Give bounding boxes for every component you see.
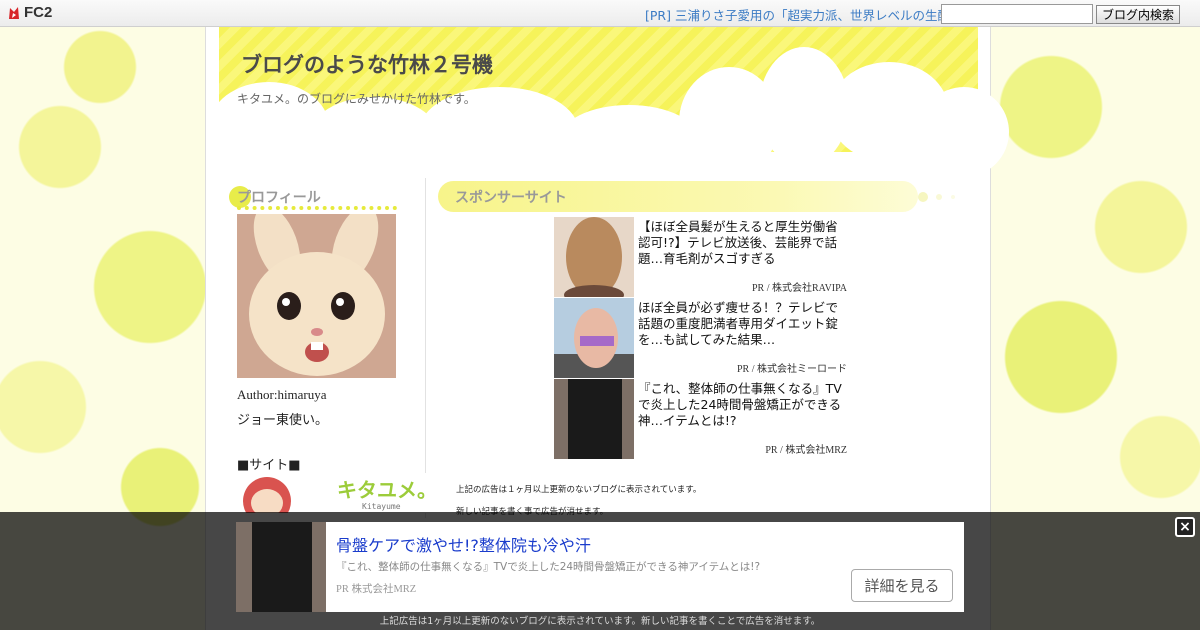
ad-source: PR / 株式会社MRZ [765, 445, 847, 456]
ad-notice-line-1: 上記の広告は１ヶ月以上更新のないブログに表示されています。 [456, 485, 702, 495]
ad-thumbnail[interactable] [554, 217, 634, 297]
fc2-logo-text: FC2 [24, 4, 53, 21]
blog-search-button[interactable]: ブログ内検索 [1096, 5, 1180, 24]
profile-author: Author:himaruya [237, 387, 327, 402]
ad-thumbnail[interactable] [554, 379, 634, 459]
profile-heading: プロフィール [229, 186, 397, 212]
pr-link[interactable]: [PR] 三浦りさ子愛用の「超実力派、世界レベルの生酵 [645, 5, 950, 24]
close-icon[interactable]: × [1175, 517, 1195, 537]
overlay-ad-footer: 上記広告は1ヶ月以上更新のないブログに表示されています。新しい記事を書くことで広… [379, 616, 821, 627]
sidebar-divider [425, 178, 426, 518]
heading-underline [237, 206, 397, 210]
sponsor-ad-2[interactable]: ほぼ全員が必ず痩せる！？テレビで話題の重度肥満者専用ダイエット錠を…も試してみた… [554, 298, 850, 378]
overlay-ad-source: PR 株式会社MRZ [336, 584, 417, 595]
overlay-ad-thumbnail[interactable] [236, 522, 326, 612]
fc2-logo[interactable]: FC2 [7, 4, 52, 21]
blog-title[interactable]: ブログのような竹林２号機 [241, 49, 493, 79]
ad-source: PR / 株式会社ミーロード [736, 364, 847, 375]
ad-text[interactable]: ほぼ全員が必ず痩せる！？テレビで話題の重度肥満者専用ダイエット錠を…も試してみた… [638, 300, 850, 348]
fc2-logo-icon [9, 6, 19, 19]
ad-thumbnail[interactable] [554, 298, 634, 378]
overlay-ad-title[interactable]: 骨盤ケアで激やせ!?整体院も冷や汗 [336, 532, 591, 556]
ad-text[interactable]: 【ほぼ全員髪が生えると厚生労働省認可!?】テレビ放送後、芸能界で話題…育毛剤がス… [638, 219, 850, 267]
ad-source: PR / 株式会社RAVIPA [751, 283, 847, 294]
details-button[interactable]: 詳細を見る [851, 569, 953, 602]
site-section-label: ■サイト■ [237, 458, 301, 473]
profile-heading-label: プロフィール [237, 190, 321, 206]
ad-text[interactable]: 『これ、整体師の仕事無くなる』TVで炎上した24時間骨盤矯正ができる神…イテムと… [638, 381, 850, 429]
overlay-ad-description: 『これ、整体師の仕事無くなる』TVで炎上した24時間骨盤矯正ができる神アイテムと… [336, 561, 761, 573]
sponsor-heading: スポンサーサイト [455, 190, 567, 206]
blog-description: キタユメ。のブログにみせかけた竹林です。 [237, 92, 476, 106]
banner-title: キタユメ。 [337, 478, 430, 502]
banner-subtitle: Kitayume [362, 502, 401, 511]
heading-dots-icon [918, 192, 955, 202]
profile-bio: ジョー東使い。 [237, 413, 329, 428]
sponsor-ad-1[interactable]: 【ほぼ全員髪が生えると厚生労働省認可!?】テレビ放送後、芸能界で話題…育毛剤がス… [554, 217, 850, 297]
sponsor-ad-3[interactable]: 『これ、整体師の仕事無くなる』TVで炎上した24時間骨盤矯正ができる神…イテムと… [554, 379, 850, 459]
kitayume-banner[interactable]: キタユメ。 Kitayume [237, 473, 430, 513]
blog-search-input[interactable] [941, 4, 1093, 24]
profile-avatar [237, 214, 396, 378]
